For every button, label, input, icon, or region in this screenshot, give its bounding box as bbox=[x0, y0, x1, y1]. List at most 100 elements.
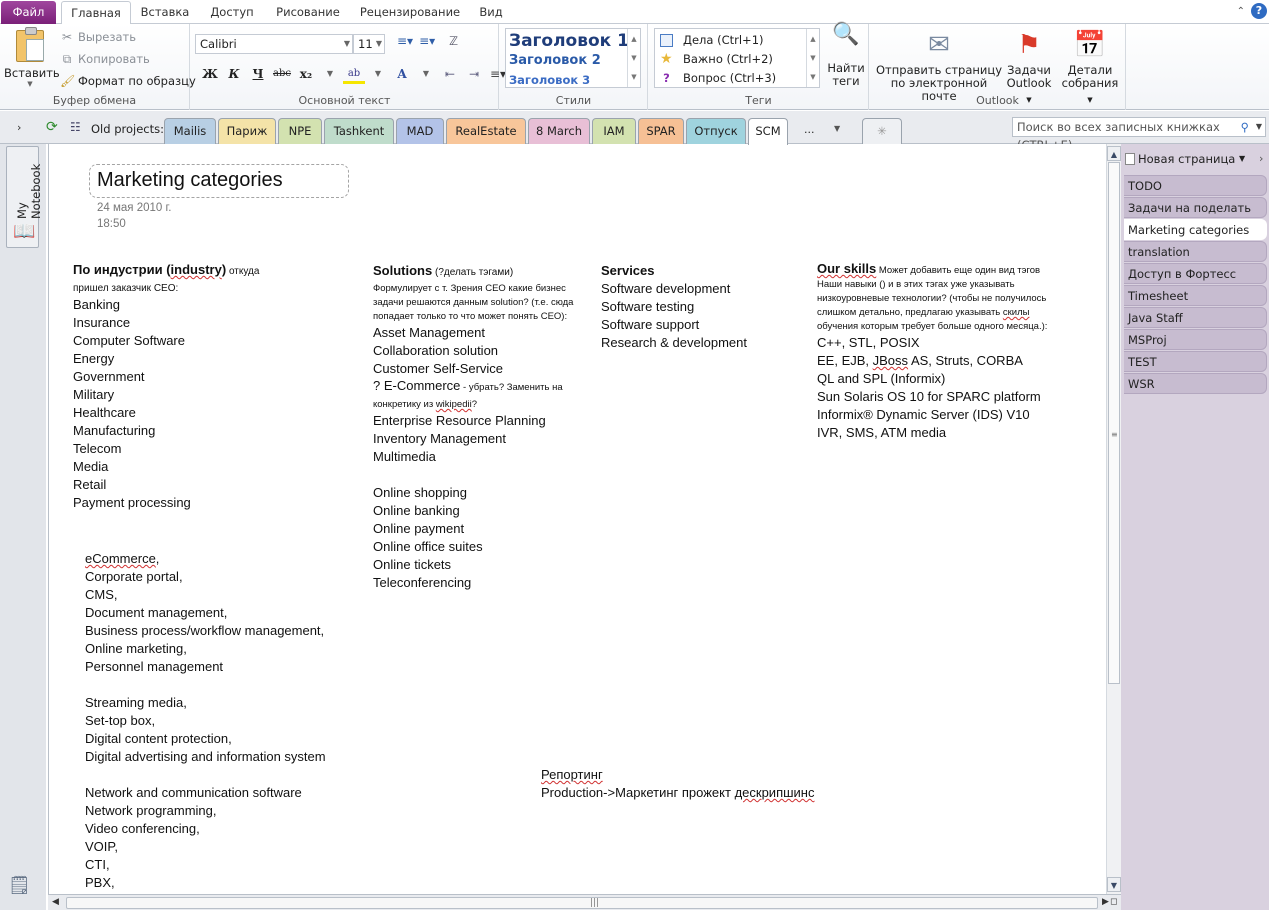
cut-button[interactable]: ✂ Вырезать bbox=[60, 27, 136, 47]
services-outline[interactable]: Services Software development Software t… bbox=[601, 262, 801, 352]
chevron-down-icon[interactable]: ▼ bbox=[319, 64, 341, 84]
copy-button[interactable]: ⧉ Копировать bbox=[60, 49, 150, 69]
page-item[interactable]: WSR bbox=[1124, 373, 1267, 394]
chevron-down-icon[interactable]: ▼ bbox=[834, 124, 840, 133]
reporting-line: Репортинг bbox=[541, 767, 603, 782]
clipboard-group: Вставить ▼ ✂ Вырезать ⧉ Копировать 🖌 Фор… bbox=[0, 24, 196, 110]
list-item: Telecom bbox=[73, 441, 122, 456]
tab-file[interactable]: Файл bbox=[1, 1, 56, 24]
collapse-pages-icon[interactable]: › bbox=[1259, 152, 1263, 165]
skills-outline[interactable]: Our skills Может добавить еще один вид т… bbox=[817, 262, 1067, 442]
scroll-down-icon[interactable]: ▼ bbox=[1107, 877, 1121, 892]
tab-home[interactable]: Главная bbox=[61, 1, 131, 25]
search-input[interactable]: Поиск во всех записных книжках (CTRL+E) … bbox=[1012, 117, 1266, 152]
chevron-down-icon[interactable]: ▼ bbox=[1256, 118, 1262, 136]
page-date-value: 24 мая 2010 г. bbox=[97, 202, 172, 214]
style-heading-3[interactable]: Заголовок 3 bbox=[509, 73, 590, 87]
page-item[interactable]: Задачи на поделать bbox=[1124, 197, 1267, 218]
chevron-down-icon[interactable]: ▼ bbox=[367, 64, 389, 84]
page-item[interactable]: Timesheet improvements bbox=[1124, 285, 1267, 323]
page-item[interactable]: translation bbox=[1124, 241, 1267, 262]
tags-gallery[interactable]: Дела (Ctrl+1) ★ Важно (Ctrl+2) ? Вопрос … bbox=[654, 28, 820, 88]
tab-insert[interactable]: Вставка bbox=[136, 1, 194, 24]
decrease-indent-icon[interactable]: ⇤ bbox=[439, 64, 461, 84]
font-color-icon[interactable]: A bbox=[391, 64, 413, 84]
chevron-down-icon[interactable]: ▼ bbox=[415, 64, 437, 84]
numbering-icon[interactable]: ≡▾ bbox=[419, 34, 435, 48]
help-icon[interactable]: ? bbox=[1251, 3, 1267, 19]
page-item[interactable]: MSProj bbox=[1124, 329, 1267, 350]
unfiled-notes-icon[interactable]: 🗒 bbox=[8, 875, 31, 896]
scroll-up-icon[interactable]: ▲ bbox=[1107, 146, 1121, 161]
page-item[interactable]: TODO bbox=[1124, 175, 1267, 196]
tab-share[interactable]: Доступ bbox=[204, 1, 260, 24]
underline-button[interactable]: Ч bbox=[247, 64, 269, 84]
page-item-active[interactable]: Marketing categories bbox=[1124, 219, 1267, 240]
styles-gallery[interactable]: Заголовок 1 Заголовок 2 Заголовок 3 ▲ ▼ ▼ bbox=[505, 28, 641, 88]
section-tab[interactable]: NPE bbox=[278, 118, 322, 144]
tag-question[interactable]: ? Вопрос (Ctrl+3) bbox=[660, 69, 776, 87]
page-title[interactable]: Marketing categories bbox=[97, 169, 283, 192]
section-tab[interactable]: RealEstate bbox=[446, 118, 526, 144]
highlight-icon[interactable]: ab bbox=[343, 64, 365, 84]
increase-indent-icon[interactable]: ⇥ bbox=[463, 64, 485, 84]
new-page-button[interactable]: Новая страница bbox=[1125, 152, 1235, 166]
chevron-down-icon[interactable]: ▼ bbox=[1239, 154, 1245, 163]
section-tab[interactable]: 8 March bbox=[528, 118, 590, 144]
page-item[interactable]: Доступ в Фортесс bbox=[1124, 263, 1267, 284]
industry-sub-outline[interactable]: eCommerce, Corporate portal, CMS, Docume… bbox=[85, 550, 365, 892]
tab-view[interactable]: Вид bbox=[474, 1, 508, 24]
solutions-outline[interactable]: Solutions (?делать тэгами) Формулирует с… bbox=[373, 262, 583, 592]
section-tab[interactable]: MAD bbox=[396, 118, 444, 144]
page-canvas[interactable]: Marketing categories 24 мая 2010 г. 18:5… bbox=[48, 144, 1106, 894]
style-heading-1[interactable]: Заголовок 1 bbox=[509, 31, 629, 51]
more-sections-button[interactable]: ... bbox=[804, 123, 815, 136]
tab-review[interactable]: Рецензирование bbox=[356, 1, 464, 24]
new-section-button[interactable]: ✳ bbox=[862, 118, 902, 144]
format-painter-button[interactable]: 🖌 Формат по образцу bbox=[60, 71, 196, 91]
minimize-ribbon-icon[interactable]: ⌃ bbox=[1237, 6, 1245, 17]
page-item[interactable]: Java Staff bbox=[1124, 307, 1267, 328]
section-tab[interactable]: IAM bbox=[592, 118, 636, 144]
section-tab[interactable]: Tashkent bbox=[324, 118, 394, 144]
section-tab[interactable]: Mailis bbox=[164, 118, 216, 144]
list-item: Corporate portal, bbox=[85, 569, 183, 584]
bullets-icon[interactable]: ≡▾ bbox=[397, 34, 413, 48]
clear-formatting-icon[interactable]: ℤ bbox=[449, 34, 458, 48]
section-group-label[interactable]: Old projects: bbox=[91, 122, 164, 136]
section-tab[interactable]: SPAR bbox=[638, 118, 684, 144]
font-name-combo[interactable]: Calibri ▼ bbox=[195, 34, 353, 54]
section-tab[interactable]: Отпуск bbox=[686, 118, 746, 144]
vertical-scroll-thumb[interactable]: ≡ bbox=[1108, 162, 1120, 684]
paste-button[interactable]: Вставить ▼ bbox=[4, 27, 60, 90]
tag-important[interactable]: ★ Важно (Ctrl+2) bbox=[660, 50, 773, 68]
horizontal-scroll-thumb[interactable]: ||| bbox=[66, 897, 1098, 909]
italic-button[interactable]: К bbox=[223, 64, 245, 84]
tag-todo[interactable]: Дела (Ctrl+1) bbox=[660, 31, 764, 49]
industry-outline[interactable]: По индустрии (industry) откуда пришел за… bbox=[73, 262, 273, 512]
style-heading-2[interactable]: Заголовок 2 bbox=[509, 53, 601, 68]
section-tab[interactable]: Париж bbox=[218, 118, 276, 144]
search-icon[interactable]: ⚲ bbox=[1241, 118, 1249, 136]
sync-icon[interactable]: ⟳ bbox=[46, 119, 58, 135]
skill-text-end: AS, Struts, CORBA bbox=[908, 353, 1023, 368]
email-page-button[interactable]: ✉ Отправить страницу по электронной почт… bbox=[876, 28, 1002, 103]
font-size-combo[interactable]: 11 ▼ bbox=[353, 34, 385, 54]
page-item[interactable]: TEST bbox=[1124, 351, 1267, 372]
expand-navigation-icon[interactable]: › bbox=[17, 121, 21, 134]
horizontal-scrollbar[interactable]: ◀ ||| ▶ ◻ bbox=[48, 894, 1121, 910]
bold-button[interactable]: Ж bbox=[199, 64, 221, 84]
find-tags-button[interactable]: 🔍 Найти теги bbox=[826, 24, 866, 88]
section-tab-active[interactable]: SCM bbox=[748, 118, 788, 145]
gallery-scroll[interactable]: ▲ ▼ ▼ bbox=[627, 29, 640, 87]
reporting-outline[interactable]: Репортинг Production->Маркетинг прожект … bbox=[541, 766, 861, 802]
vertical-scrollbar[interactable]: ▲ ≡ ▼ bbox=[1106, 144, 1121, 894]
subscript-button[interactable]: x₂ bbox=[295, 64, 317, 84]
notebook-tab[interactable]: My Notebook 📖 bbox=[6, 146, 43, 248]
scroll-left-icon[interactable]: ◀ bbox=[52, 897, 59, 907]
page-size-icon[interactable]: ◻ bbox=[1110, 897, 1117, 907]
tab-draw[interactable]: Рисование bbox=[268, 1, 348, 24]
gallery-scroll[interactable]: ▲ ▼ ▼ bbox=[806, 29, 819, 87]
strikethrough-button[interactable]: abc bbox=[271, 64, 293, 84]
scroll-right-icon[interactable]: ▶ bbox=[1102, 897, 1109, 907]
